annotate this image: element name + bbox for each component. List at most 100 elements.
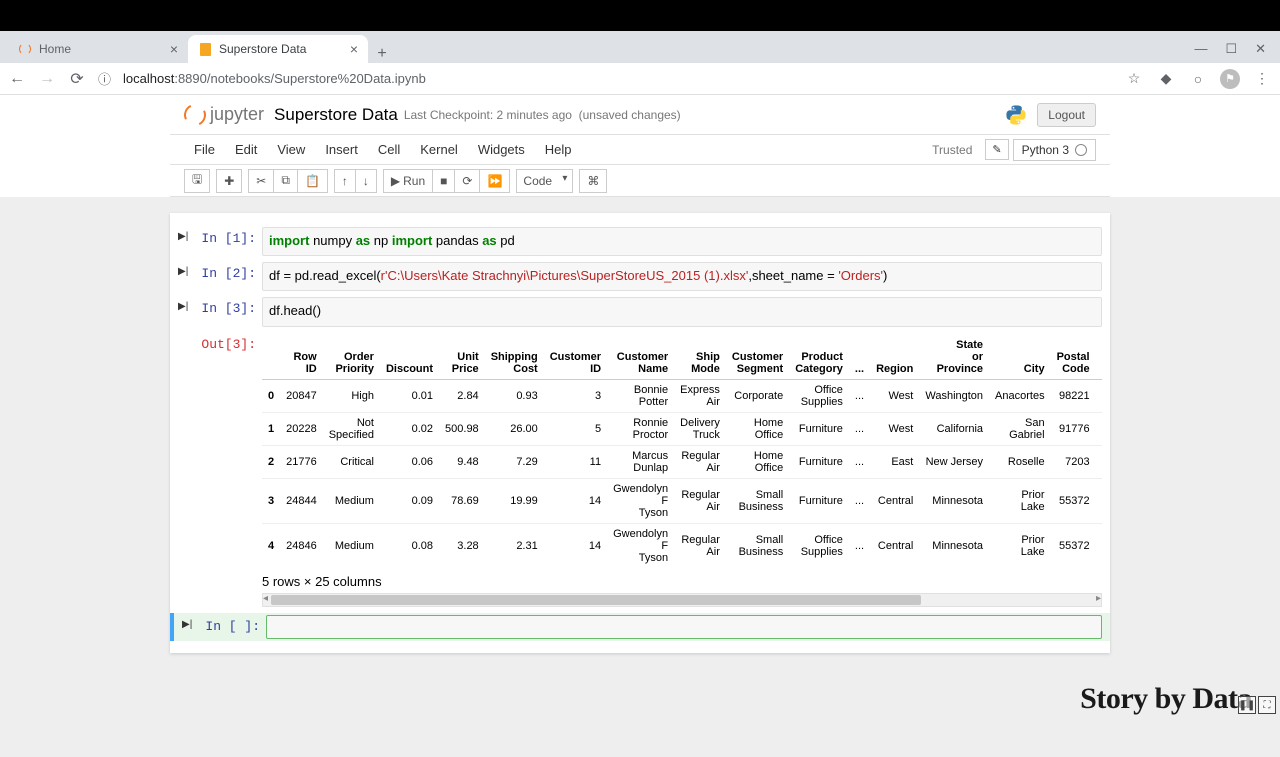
pause-icon[interactable]: ❚❚: [1238, 696, 1256, 714]
extension-icon[interactable]: ◆: [1156, 70, 1176, 87]
browser-tab-home[interactable]: Home ×: [8, 35, 188, 63]
stop-button[interactable]: ■: [433, 169, 455, 193]
output-prompt: Out[3]:: [192, 333, 262, 609]
input-prompt: In [3]:: [192, 297, 262, 326]
dataframe-shape: 5 rows × 25 columns: [262, 568, 1102, 591]
paste-button[interactable]: 📋: [298, 169, 328, 193]
table-row: 221776Critical0.069.487.2911MarcusDunlap…: [262, 445, 1102, 478]
code-input[interactable]: import numpy as np import pandas as pd: [262, 227, 1102, 256]
logout-button[interactable]: Logout: [1037, 103, 1096, 127]
table-cell: HomeOffice: [726, 412, 789, 445]
scrollbar-thumb[interactable]: [271, 595, 921, 605]
table-cell: 19.99: [485, 478, 544, 523]
table-cell: ...: [849, 478, 870, 523]
code-input[interactable]: df.head(): [262, 297, 1102, 326]
profile-avatar-icon[interactable]: ⚑: [1220, 69, 1240, 89]
table-cell: RegularAir: [674, 523, 726, 568]
window-maximize-icon[interactable]: ☐: [1225, 41, 1237, 57]
new-tab-button[interactable]: +: [368, 45, 396, 63]
save-button[interactable]: 🖫: [184, 169, 210, 193]
horizontal-scrollbar[interactable]: [262, 593, 1102, 607]
dataframe-table: RowIDOrderPriorityDiscountUnitPriceShipp…: [262, 335, 1102, 568]
window-top-blackbar: [0, 0, 1280, 31]
add-cell-button[interactable]: ✚: [216, 169, 242, 193]
table-cell: 91776: [1051, 412, 1096, 445]
table-cell: 1: [262, 412, 280, 445]
code-input[interactable]: [266, 615, 1102, 639]
menu-insert[interactable]: Insert: [315, 142, 368, 157]
jupyter-toolbar: 🖫 ✚ ✂ ⧉ 📋 ↑ ↓ ▶ Run ■ ⟳ ⏩ Code ⌘: [170, 165, 1110, 197]
dataframe-output: RowIDOrderPriorityDiscountUnitPriceShipp…: [262, 333, 1102, 609]
tab-title: Superstore Data: [219, 42, 343, 56]
site-info-icon[interactable]: ⓘ: [98, 69, 111, 88]
table-cell: 20847: [280, 379, 323, 412]
star-icon[interactable]: ☆: [1124, 70, 1144, 87]
table-cell: 21776: [280, 445, 323, 478]
table-header: OrderPriority: [323, 335, 380, 380]
move-down-button[interactable]: ↓: [356, 169, 377, 193]
browser-tab-notebook[interactable]: Superstore Data ×: [188, 35, 368, 63]
menu-widgets[interactable]: Widgets: [468, 142, 535, 157]
restart-run-button[interactable]: ⏩: [480, 169, 510, 193]
trusted-indicator[interactable]: Trusted: [923, 140, 981, 160]
table-cell: 24846: [280, 523, 323, 568]
table-row: 120228Not Specified0.02500.9826.005Ronni…: [262, 412, 1102, 445]
code-cell-3[interactable]: ▶| In [3]: df.head(): [170, 295, 1110, 328]
table-header: Stateor Province: [919, 335, 989, 380]
run-cell-icon[interactable]: ▶|: [178, 227, 192, 256]
reload-icon[interactable]: ⟳: [68, 69, 86, 89]
notebook-container: ▶| In [1]: import numpy as np import pan…: [0, 197, 1280, 757]
table-cell: RegularAir: [674, 445, 726, 478]
table-header: ShippingCost: [485, 335, 544, 380]
jupyter-logo[interactable]: jupyter: [184, 104, 264, 126]
window-close-icon[interactable]: ✕: [1255, 41, 1266, 57]
table-cell: Central: [870, 523, 919, 568]
extension2-icon[interactable]: ○: [1188, 71, 1208, 87]
table-cell: ...: [849, 412, 870, 445]
table-header: ShipMode: [674, 335, 726, 380]
table-cell: 500.98: [439, 412, 485, 445]
notebook-title[interactable]: Superstore Data: [274, 105, 398, 125]
table-cell: ExpressAir: [674, 379, 726, 412]
fullscreen-icon[interactable]: ⛶: [1258, 696, 1276, 714]
command-palette-button[interactable]: ⌘: [579, 169, 607, 193]
menu-kernel[interactable]: Kernel: [410, 142, 468, 157]
code-cell-1[interactable]: ▶| In [1]: import numpy as np import pan…: [170, 225, 1110, 258]
run-cell-icon[interactable]: ▶|: [178, 297, 192, 326]
kernel-indicator[interactable]: Python 3: [1013, 139, 1096, 161]
run-button[interactable]: ▶ Run: [383, 169, 433, 193]
jupyter-logo-icon: [181, 100, 209, 128]
move-up-button[interactable]: ↑: [334, 169, 356, 193]
watermark-text: Story by Data: [1080, 682, 1252, 716]
restart-button[interactable]: ⟳: [455, 169, 480, 193]
menu-view[interactable]: View: [267, 142, 315, 157]
code-cell-2[interactable]: ▶| In [2]: df = pd.read_excel(r'C:\Users…: [170, 260, 1110, 293]
cell-type-select[interactable]: Code: [516, 169, 573, 193]
tab-title: Home: [39, 42, 163, 56]
menu-cell[interactable]: Cell: [368, 142, 410, 157]
table-cell: ...: [849, 379, 870, 412]
run-cell-icon[interactable]: ▶|: [182, 615, 196, 639]
table-cell: 3.28: [439, 523, 485, 568]
table-cell: OfficeSupplies: [789, 523, 849, 568]
edit-mode-icon[interactable]: ✎: [985, 139, 1008, 160]
code-cell-empty[interactable]: ▶| In [ ]:: [170, 613, 1110, 641]
close-icon[interactable]: ×: [170, 41, 178, 57]
menu-file[interactable]: File: [184, 142, 225, 157]
cut-button[interactable]: ✂: [248, 169, 274, 193]
window-minimize-icon[interactable]: —: [1194, 41, 1207, 57]
close-icon[interactable]: ×: [350, 41, 358, 57]
url-text[interactable]: localhost:8890/notebooks/Superstore%20Da…: [123, 71, 426, 86]
code-input[interactable]: df = pd.read_excel(r'C:\Users\Kate Strac…: [262, 262, 1102, 291]
table-cell: 3: [262, 478, 280, 523]
back-icon[interactable]: ←: [8, 70, 26, 88]
copy-button[interactable]: ⧉: [274, 169, 298, 193]
table-cell: 7203: [1051, 445, 1096, 478]
kebab-menu-icon[interactable]: ⋮: [1252, 70, 1272, 87]
run-cell-icon[interactable]: ▶|: [178, 262, 192, 291]
forward-icon: →: [38, 70, 56, 88]
menu-help[interactable]: Help: [535, 142, 582, 157]
menu-edit[interactable]: Edit: [225, 142, 267, 157]
table-cell: West: [870, 412, 919, 445]
table-header: Region: [870, 335, 919, 380]
